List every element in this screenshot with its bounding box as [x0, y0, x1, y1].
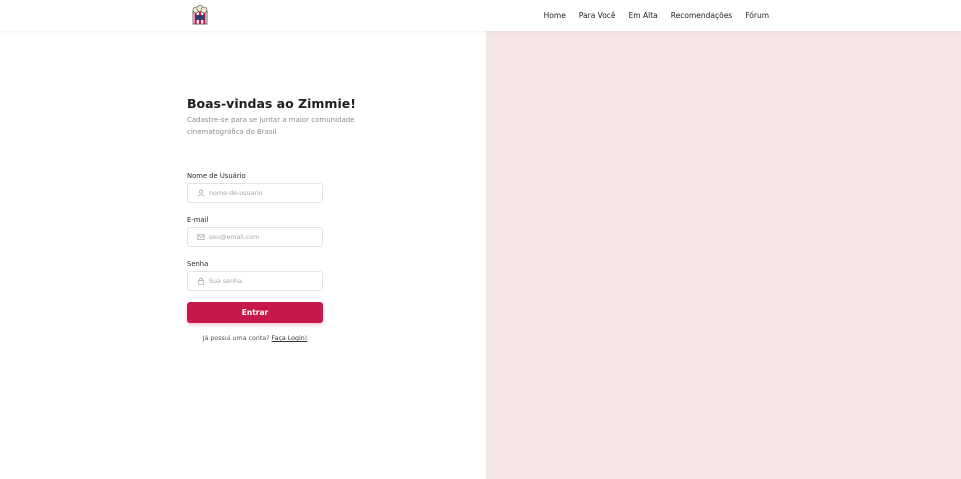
email-field[interactable] [187, 227, 323, 247]
login-link[interactable]: Faça Login! [272, 335, 308, 342]
submit-button[interactable]: Entrar [187, 302, 323, 323]
nav-link-em-alta[interactable]: Em Alta [629, 11, 658, 20]
password-input[interactable] [209, 277, 319, 285]
main-nav: Home Para Você Em Alta Recomendações Fór… [544, 0, 769, 31]
username-field[interactable] [187, 183, 323, 203]
login-prompt-text: Já possui uma conta? [202, 335, 270, 342]
lock-icon [198, 277, 204, 285]
username-input[interactable] [209, 189, 319, 197]
top-navbar: Home Para Você Em Alta Recomendações Fór… [0, 0, 961, 31]
nav-link-recomendacoes[interactable]: Recomendações [671, 11, 732, 20]
password-label: Senha [187, 260, 209, 268]
username-label: Nome de Usuário [187, 172, 246, 180]
email-input[interactable] [209, 233, 319, 241]
popcorn-logo-icon[interactable] [191, 4, 209, 25]
decorative-side-panel [486, 31, 961, 479]
nav-link-forum[interactable]: Fórum [745, 11, 769, 20]
page-title: Boas-vindas ao Zimmie! [187, 96, 356, 111]
nav-link-home[interactable]: Home [544, 11, 566, 20]
password-field[interactable] [187, 271, 323, 291]
page-subtitle: Cadastre-se para se juntar a maior comun… [187, 116, 355, 136]
nav-link-para-voce[interactable]: Para Você [579, 11, 616, 20]
signup-heading: Boas-vindas ao Zimmie! Cadastre-se para … [187, 96, 367, 138]
user-icon [197, 189, 205, 197]
mail-icon [197, 234, 205, 240]
email-label: E-mail [187, 216, 209, 224]
login-prompt: Já possui uma conta? Faça Login! [187, 335, 323, 342]
